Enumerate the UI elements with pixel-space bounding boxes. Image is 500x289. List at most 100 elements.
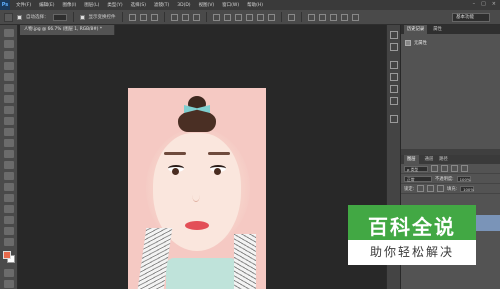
3d-scale-icon[interactable] bbox=[351, 13, 359, 21]
lock-pixels-icon[interactable] bbox=[417, 185, 425, 192]
adjustments-panel-icon[interactable] bbox=[390, 85, 398, 93]
foreground-color-swatch[interactable] bbox=[3, 251, 11, 259]
opacity-input[interactable]: 100% bbox=[456, 175, 471, 182]
right-eyebrow bbox=[208, 152, 230, 155]
3d-slide-icon[interactable] bbox=[340, 13, 348, 21]
auto-select-dropdown[interactable] bbox=[52, 13, 67, 21]
menu-filter[interactable]: 滤镜(T) bbox=[154, 2, 169, 8]
history-brush-tool-icon[interactable] bbox=[4, 128, 14, 136]
transform-controls-checkbox[interactable] bbox=[79, 14, 85, 20]
history-item[interactable]: 无属性 bbox=[405, 40, 427, 46]
distribute-left-icon[interactable] bbox=[245, 13, 253, 21]
document-tab[interactable]: 人物.jpg @ 66.7% (图层 1, RGB/8#) * bbox=[20, 25, 115, 35]
pen-tool-icon[interactable] bbox=[4, 183, 14, 191]
quick-mask-icon[interactable] bbox=[4, 269, 14, 277]
move-tool-icon[interactable] bbox=[4, 29, 14, 37]
minimize-button[interactable]: – bbox=[473, 1, 476, 7]
auto-select-checkbox[interactable] bbox=[17, 14, 22, 20]
tab-channels[interactable]: 通道 bbox=[425, 155, 434, 164]
distribute-bottom-icon[interactable] bbox=[234, 13, 242, 21]
align-right-icon[interactable] bbox=[192, 13, 200, 21]
eraser-tool-icon[interactable] bbox=[4, 139, 14, 147]
tab-history[interactable]: 历史记录 bbox=[404, 25, 428, 34]
transform-controls-label: 显示变换控件 bbox=[88, 15, 116, 20]
blur-tool-icon[interactable] bbox=[4, 161, 14, 169]
left-pupil bbox=[172, 168, 179, 175]
watermark-title: 百科全说 bbox=[368, 215, 456, 239]
align-left-icon[interactable] bbox=[170, 13, 178, 21]
color-panel-icon[interactable] bbox=[390, 61, 398, 69]
3d-rotate-icon[interactable] bbox=[307, 13, 315, 21]
lock-move-icon[interactable] bbox=[427, 185, 435, 192]
tab-properties[interactable]: 属性 bbox=[433, 25, 442, 34]
shirt bbox=[166, 258, 238, 289]
tab-layers[interactable]: 图层 bbox=[404, 155, 419, 164]
auto-align-icon[interactable] bbox=[287, 13, 295, 21]
type-tool-icon[interactable] bbox=[4, 194, 14, 202]
healing-brush-tool-icon[interactable] bbox=[4, 95, 14, 103]
menu-edit[interactable]: 编辑(E) bbox=[39, 2, 54, 8]
shape-tool-icon[interactable] bbox=[4, 216, 14, 224]
filter-adjust-icon[interactable] bbox=[441, 165, 448, 172]
fill-input[interactable]: 100% bbox=[460, 185, 475, 192]
3d-roll-icon[interactable] bbox=[318, 13, 326, 21]
marquee-tool-icon[interactable] bbox=[4, 40, 14, 48]
character-panel-icon[interactable] bbox=[390, 115, 398, 123]
distribute-right-icon[interactable] bbox=[267, 13, 275, 21]
filter-pixel-icon[interactable] bbox=[431, 165, 438, 172]
menu-3d[interactable]: 3D(D) bbox=[177, 3, 190, 8]
tab-paths[interactable]: 路径 bbox=[439, 155, 448, 164]
menu-layer[interactable]: 图层(L) bbox=[84, 2, 99, 8]
distribute-top-icon[interactable] bbox=[212, 13, 220, 21]
history-thumb-icon bbox=[405, 40, 411, 46]
menu-view[interactable]: 视图(V) bbox=[199, 2, 215, 8]
menu-help[interactable]: 帮助(H) bbox=[247, 2, 263, 8]
align-bottom-icon[interactable] bbox=[150, 13, 158, 21]
filter-type-icon[interactable] bbox=[451, 165, 458, 172]
screen-mode-icon[interactable] bbox=[4, 280, 14, 288]
align-top-icon[interactable] bbox=[128, 13, 136, 21]
swatches-panel-icon[interactable] bbox=[390, 73, 398, 81]
clone-stamp-tool-icon[interactable] bbox=[4, 117, 14, 125]
styles-panel-icon[interactable] bbox=[390, 97, 398, 105]
menu-window[interactable]: 窗口(W) bbox=[222, 2, 239, 8]
layer-filter-row: ρ 类型 bbox=[401, 164, 500, 174]
canvas-photo[interactable] bbox=[128, 88, 266, 289]
distribute-middle-icon[interactable] bbox=[223, 13, 231, 21]
menu-image[interactable]: 图像(I) bbox=[62, 2, 76, 8]
crop-tool-icon[interactable] bbox=[4, 73, 14, 81]
align-middle-icon[interactable] bbox=[139, 13, 147, 21]
hand-tool-icon[interactable] bbox=[4, 227, 14, 235]
3d-pan-icon[interactable] bbox=[329, 13, 337, 21]
distribute-center-icon[interactable] bbox=[256, 13, 264, 21]
zoom-tool-icon[interactable] bbox=[4, 238, 14, 246]
close-button[interactable]: × bbox=[492, 1, 496, 7]
workspace-dropdown[interactable]: 基本功能 bbox=[452, 13, 490, 22]
path-select-tool-icon[interactable] bbox=[4, 205, 14, 213]
actions-panel-icon[interactable] bbox=[390, 43, 398, 51]
separator bbox=[300, 12, 302, 22]
blend-mode-dropdown[interactable]: 正常 bbox=[404, 175, 432, 182]
maximize-button[interactable]: □ bbox=[481, 1, 486, 7]
history-item-label: 无属性 bbox=[414, 41, 427, 46]
brush-tool-icon[interactable] bbox=[4, 106, 14, 114]
watermark-badge: 百科全说 助你轻松解决 bbox=[348, 205, 476, 265]
lasso-tool-icon[interactable] bbox=[4, 51, 14, 59]
filter-shape-icon[interactable] bbox=[461, 165, 468, 172]
dodge-tool-icon[interactable] bbox=[4, 172, 14, 180]
hair bbox=[178, 110, 216, 132]
history-panel-icon[interactable] bbox=[390, 31, 398, 39]
gradient-tool-icon[interactable] bbox=[4, 150, 14, 158]
menu-file[interactable]: 文件(F) bbox=[16, 2, 31, 8]
separator bbox=[280, 12, 282, 22]
auto-select-label: 自动选择： bbox=[26, 15, 49, 20]
eyedropper-tool-icon[interactable] bbox=[4, 84, 14, 92]
quick-select-tool-icon[interactable] bbox=[4, 62, 14, 70]
lock-all-icon[interactable] bbox=[437, 185, 445, 192]
move-tool-preset-icon[interactable] bbox=[4, 12, 13, 22]
layer-kind-dropdown[interactable]: ρ 类型 bbox=[404, 165, 428, 172]
align-center-icon[interactable] bbox=[181, 13, 189, 21]
history-panel-header: 历史记录 属性 bbox=[401, 25, 500, 34]
menu-select[interactable]: 选择(S) bbox=[131, 2, 146, 8]
menu-type[interactable]: 类型(Y) bbox=[107, 2, 122, 8]
